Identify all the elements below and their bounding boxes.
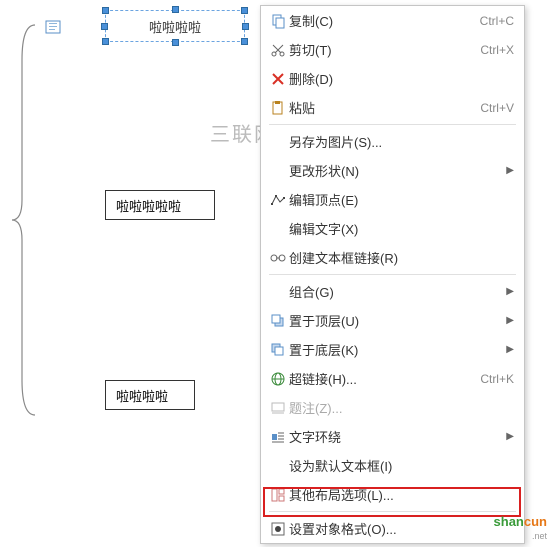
menu-label: 编辑文字(X) xyxy=(289,219,514,238)
submenu-arrow-icon: ▶ xyxy=(506,165,514,176)
copy-icon xyxy=(267,11,289,31)
menu-shortcut: Ctrl+C xyxy=(480,14,514,28)
menu-paste[interactable]: 粘贴 Ctrl+V xyxy=(261,93,524,122)
blank-icon xyxy=(267,132,289,152)
menu-delete[interactable]: 删除(D) xyxy=(261,64,524,93)
menu-label: 剪切(T) xyxy=(289,40,480,59)
textbox-3[interactable]: 啦啦啦啦 xyxy=(105,380,195,410)
menu-label: 创建文本框链接(R) xyxy=(289,248,514,267)
menu-label: 超链接(H)... xyxy=(289,369,480,388)
resize-handle[interactable] xyxy=(241,38,248,45)
submenu-arrow-icon: ▶ xyxy=(506,315,514,326)
context-menu: 复制(C) Ctrl+C 剪切(T) Ctrl+X 删除(D) 粘贴 Ctrl+… xyxy=(260,5,525,544)
site-logo: shancun .net xyxy=(494,510,547,541)
menu-label: 编辑顶点(E) xyxy=(289,190,514,209)
menu-hyperlink[interactable]: 超链接(H)... Ctrl+K xyxy=(261,364,524,393)
delete-icon xyxy=(267,69,289,89)
menu-format-object[interactable]: 设置对象格式(O)... xyxy=(261,514,524,543)
resize-handle[interactable] xyxy=(102,7,109,14)
menu-other-layout[interactable]: 其他布局选项(L)... xyxy=(261,480,524,509)
menu-cut[interactable]: 剪切(T) Ctrl+X xyxy=(261,35,524,64)
textbox-2-text: 啦啦啦啦啦 xyxy=(116,196,181,215)
menu-set-default-textbox[interactable]: 设为默认文本框(I) xyxy=(261,451,524,480)
submenu-arrow-icon: ▶ xyxy=(506,431,514,442)
send-back-icon xyxy=(267,340,289,360)
menu-label: 置于顶层(U) xyxy=(289,311,500,330)
bring-front-icon xyxy=(267,311,289,331)
resize-handle[interactable] xyxy=(102,38,109,45)
resize-handle[interactable] xyxy=(172,39,179,46)
menu-shortcut: Ctrl+K xyxy=(480,372,514,386)
menu-separator xyxy=(269,124,516,125)
resize-handle[interactable] xyxy=(242,23,249,30)
blank-icon xyxy=(267,282,289,302)
logo-sub: .net xyxy=(494,531,547,541)
menu-label: 删除(D) xyxy=(289,69,514,88)
resize-handle[interactable] xyxy=(241,7,248,14)
menu-label: 复制(C) xyxy=(289,11,480,30)
logo-part2: cun xyxy=(524,514,547,529)
page-icon xyxy=(45,20,63,36)
submenu-arrow-icon: ▶ xyxy=(506,286,514,297)
menu-label: 其他布局选项(L)... xyxy=(289,485,514,504)
menu-label: 更改形状(N) xyxy=(289,161,500,180)
format-icon xyxy=(267,519,289,539)
menu-group[interactable]: 组合(G) ▶ xyxy=(261,277,524,306)
link-icon xyxy=(267,248,289,268)
blank-icon xyxy=(267,161,289,181)
menu-edit-vertices[interactable]: 编辑顶点(E) xyxy=(261,185,524,214)
menu-shortcut: Ctrl+V xyxy=(480,101,514,115)
hyperlink-icon xyxy=(267,369,289,389)
menu-edit-text[interactable]: 编辑文字(X) xyxy=(261,214,524,243)
blank-icon xyxy=(267,456,289,476)
submenu-arrow-icon: ▶ xyxy=(506,344,514,355)
paste-icon xyxy=(267,98,289,118)
menu-send-to-back[interactable]: 置于底层(K) ▶ xyxy=(261,335,524,364)
selected-textbox[interactable]: 啦啦啦啦 xyxy=(105,10,245,42)
menu-label: 设置对象格式(O)... xyxy=(289,519,514,538)
menu-copy[interactable]: 复制(C) Ctrl+C xyxy=(261,6,524,35)
menu-change-shape[interactable]: 更改形状(N) ▶ xyxy=(261,156,524,185)
menu-text-wrap[interactable]: 文字环绕 ▶ xyxy=(261,422,524,451)
edit-points-icon xyxy=(267,190,289,210)
menu-label: 另存为图片(S)... xyxy=(289,132,514,151)
menu-separator xyxy=(269,274,516,275)
menu-create-textbox-link[interactable]: 创建文本框链接(R) xyxy=(261,243,524,272)
menu-label: 组合(G) xyxy=(289,282,500,301)
textbox-2[interactable]: 啦啦啦啦啦 xyxy=(105,190,215,220)
logo-part1: shan xyxy=(494,514,524,529)
layout-icon xyxy=(267,485,289,505)
blank-icon xyxy=(267,219,289,239)
menu-shortcut: Ctrl+X xyxy=(480,43,514,57)
document-canvas: 啦啦啦啦 啦啦啦啦啦 啦啦啦啦 三联网 3LIAN.COM 复制(C) Ctrl… xyxy=(0,0,553,547)
scissors-icon xyxy=(267,40,289,60)
textbox-3-text: 啦啦啦啦 xyxy=(116,386,168,405)
resize-handle[interactable] xyxy=(101,23,108,30)
menu-label: 题注(Z)... xyxy=(289,398,514,417)
text-wrap-icon xyxy=(267,427,289,447)
menu-label: 设为默认文本框(I) xyxy=(289,456,514,475)
menu-bring-to-front[interactable]: 置于顶层(U) ▶ xyxy=(261,306,524,335)
resize-handle[interactable] xyxy=(172,6,179,13)
caption-icon xyxy=(267,398,289,418)
menu-label: 粘贴 xyxy=(289,98,480,117)
menu-save-as-picture[interactable]: 另存为图片(S)... xyxy=(261,127,524,156)
selected-textbox-text: 啦啦啦啦 xyxy=(149,17,201,36)
brace-connector xyxy=(10,20,40,420)
menu-caption: 题注(Z)... xyxy=(261,393,524,422)
menu-label: 置于底层(K) xyxy=(289,340,500,359)
menu-separator xyxy=(269,511,516,512)
menu-label: 文字环绕 xyxy=(289,427,500,446)
